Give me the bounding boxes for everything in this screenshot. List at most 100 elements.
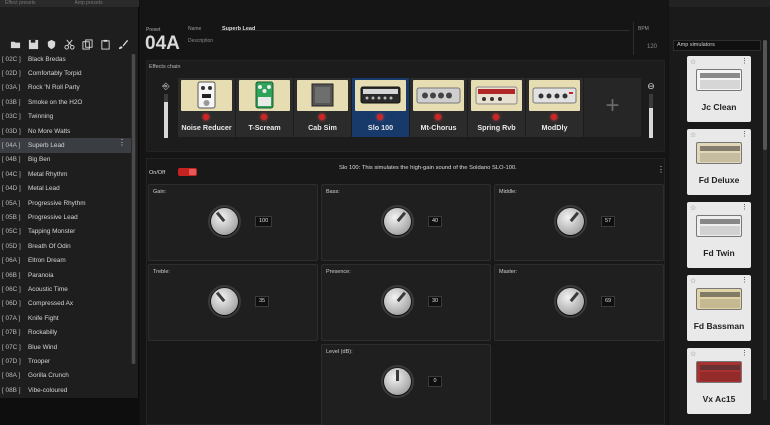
amp-card[interactable]: ☆ ⋮ Fd Deluxe xyxy=(687,129,751,195)
effect-slot[interactable]: Slo 100 xyxy=(352,78,409,137)
param-knob[interactable] xyxy=(381,285,414,318)
preset-name: Compressed Ax xyxy=(28,300,74,308)
preset-list-scrollbar[interactable] xyxy=(131,54,136,364)
preset-row[interactable]: [ 04D ] Metal Lead xyxy=(0,182,131,196)
preset-row[interactable]: [ 03C ] Twinning xyxy=(0,110,131,124)
preset-name: Breath Of Odin xyxy=(28,242,71,250)
amp-category-select[interactable]: Amp simulators xyxy=(673,40,761,51)
preset-row[interactable]: [ 07A ] Knife Fight xyxy=(0,311,131,325)
effect-slot[interactable]: Noise Reducer xyxy=(178,78,235,137)
param-value-field[interactable]: 35 xyxy=(255,296,270,307)
amp-card[interactable]: ☆ ⋮ Fd Twin xyxy=(687,202,751,268)
preset-row[interactable]: [ 05C ] Tapping Monster xyxy=(0,225,131,239)
preset-row[interactable]: [ 04C ] Metal Rhythm xyxy=(0,167,131,181)
favorite-star-icon[interactable]: ☆ xyxy=(690,204,696,212)
preset-row[interactable]: [ 05D ] Breath Of Odin xyxy=(0,239,131,253)
tab-amp-presets[interactable]: Amp presets xyxy=(70,0,140,7)
open-folder-icon[interactable] xyxy=(8,39,22,51)
amp-card[interactable]: ☆ ⋮ Vx Ac15 xyxy=(687,348,751,414)
param-label: Bass: xyxy=(326,189,340,195)
favorite-star-icon[interactable]: ☆ xyxy=(690,131,696,139)
amp-menu-icon[interactable]: ⋮ xyxy=(741,276,748,284)
cut-icon[interactable] xyxy=(62,39,76,51)
param-value-field[interactable]: 69 xyxy=(601,296,616,307)
noise-reducer-pedal-icon xyxy=(181,80,232,111)
amp-menu-icon[interactable]: ⋮ xyxy=(741,203,748,211)
preset-row[interactable]: [ 07C ] Blue Wind xyxy=(0,340,131,354)
effect-led[interactable] xyxy=(435,114,441,120)
shield-icon[interactable] xyxy=(44,39,58,51)
preset-row[interactable]: [ 03B ] Smoke on the H2O xyxy=(0,95,131,109)
preset-row[interactable]: [ 08A ] Gorilla Crunch xyxy=(0,369,131,383)
effect-led[interactable] xyxy=(551,114,557,120)
param-value-field[interactable]: 30 xyxy=(428,296,443,307)
effect-slot[interactable]: ModDly xyxy=(526,78,583,137)
effect-slot[interactable]: Cab Sim xyxy=(294,78,351,137)
preset-row[interactable]: [ 03A ] Rock 'N Roll Party xyxy=(0,81,131,95)
effect-slot[interactable]: Mt-Chorus xyxy=(410,78,467,137)
scroll-thumb[interactable] xyxy=(132,54,135,364)
preset-row[interactable]: [ 05B ] Progressive Lead xyxy=(0,210,131,224)
preset-row[interactable]: [ 04B ] Big Ben xyxy=(0,153,131,167)
favorite-star-icon[interactable]: ☆ xyxy=(690,277,696,285)
effect-led[interactable] xyxy=(261,114,267,120)
description-label[interactable]: Description xyxy=(188,38,213,44)
preset-row[interactable]: [ 08B ] Vibe-coloured xyxy=(0,383,131,397)
preset-row[interactable]: [ 04A ] Superb Lead ⋮ xyxy=(0,138,131,153)
param-knob[interactable] xyxy=(208,205,241,238)
row-menu-icon[interactable]: ⋮ xyxy=(118,138,126,147)
save-icon[interactable] xyxy=(26,39,40,51)
param-knob[interactable] xyxy=(554,285,587,318)
copy-icon[interactable] xyxy=(80,39,94,51)
output-meter-fill xyxy=(649,108,653,138)
effect-led[interactable] xyxy=(377,114,383,120)
param-label: Presence: xyxy=(326,269,351,275)
amp-scroll-thumb[interactable] xyxy=(763,40,767,150)
amp-list-scrollbar[interactable] xyxy=(763,40,767,400)
param-knob[interactable] xyxy=(208,285,241,318)
bpm-value[interactable]: 120 xyxy=(647,44,657,50)
preset-row[interactable]: [ 03D ] No More Watts xyxy=(0,124,131,138)
param-value-field[interactable]: 100 xyxy=(255,216,273,227)
favorite-star-icon[interactable]: ☆ xyxy=(690,58,696,66)
amp-card[interactable]: ☆ ⋮ Jc Clean xyxy=(687,56,751,122)
amp-card[interactable]: ☆ ⋮ Fd Bassman xyxy=(687,275,751,341)
output-level-meter[interactable]: ⊖ xyxy=(645,81,657,139)
preset-name-field[interactable]: Superb Lead xyxy=(222,26,255,32)
param-knob[interactable] xyxy=(554,205,587,238)
effect-led[interactable] xyxy=(319,114,325,120)
preset-row[interactable]: [ 05A ] Progressive Rhythm xyxy=(0,196,131,210)
paste-icon[interactable] xyxy=(98,39,112,51)
amp-menu-icon[interactable]: ⋮ xyxy=(741,349,748,357)
param-value-field[interactable]: 57 xyxy=(601,216,616,227)
preset-row[interactable]: [ 06D ] Compressed Ax xyxy=(0,297,131,311)
favorite-star-icon[interactable]: ☆ xyxy=(690,350,696,358)
amp-menu-icon[interactable]: ⋮ xyxy=(741,130,748,138)
preset-row[interactable]: [ 06A ] Eltron Dream xyxy=(0,253,131,267)
preset-row[interactable]: [ 02D ] Comfortably Torpid xyxy=(0,66,131,80)
preset-row[interactable]: [ 07D ] Trooper xyxy=(0,354,131,368)
preset-row[interactable]: [ 06B ] Paranoia xyxy=(0,268,131,282)
param-value-field[interactable]: 40 xyxy=(428,216,443,227)
preset-name: Acoustic Time xyxy=(28,285,68,293)
paint-brush-icon[interactable] xyxy=(116,39,130,51)
effect-slot[interactable]: T-Scream xyxy=(236,78,293,137)
input-level-meter[interactable]: ⎆ xyxy=(160,81,172,139)
effect-name: Cab Sim xyxy=(308,123,337,132)
preset-row[interactable]: [ 07B ] Rockabilly xyxy=(0,325,131,339)
amp-menu-icon[interactable]: ⋮ xyxy=(741,57,748,65)
param-knob[interactable] xyxy=(381,365,414,398)
effect-led[interactable] xyxy=(203,114,209,120)
preset-name: Rock 'N Roll Party xyxy=(28,84,80,92)
effect-led[interactable] xyxy=(493,114,499,120)
effect-slot[interactable]: Spring Rvb xyxy=(468,78,525,137)
preset-row[interactable]: [ 02C ] Black Bredas xyxy=(0,52,131,66)
preset-id: [ 07A ] xyxy=(2,314,21,322)
detail-menu-icon[interactable]: ⋮ xyxy=(657,165,665,174)
preset-row[interactable]: [ 06C ] Acoustic Time xyxy=(0,282,131,296)
tab-effect-presets[interactable]: Effect presets xyxy=(0,0,70,7)
onoff-toggle[interactable] xyxy=(178,168,197,176)
param-knob[interactable] xyxy=(381,205,414,238)
add-effect-button[interactable]: + xyxy=(584,78,641,137)
param-value-field[interactable]: 0 xyxy=(428,376,442,387)
